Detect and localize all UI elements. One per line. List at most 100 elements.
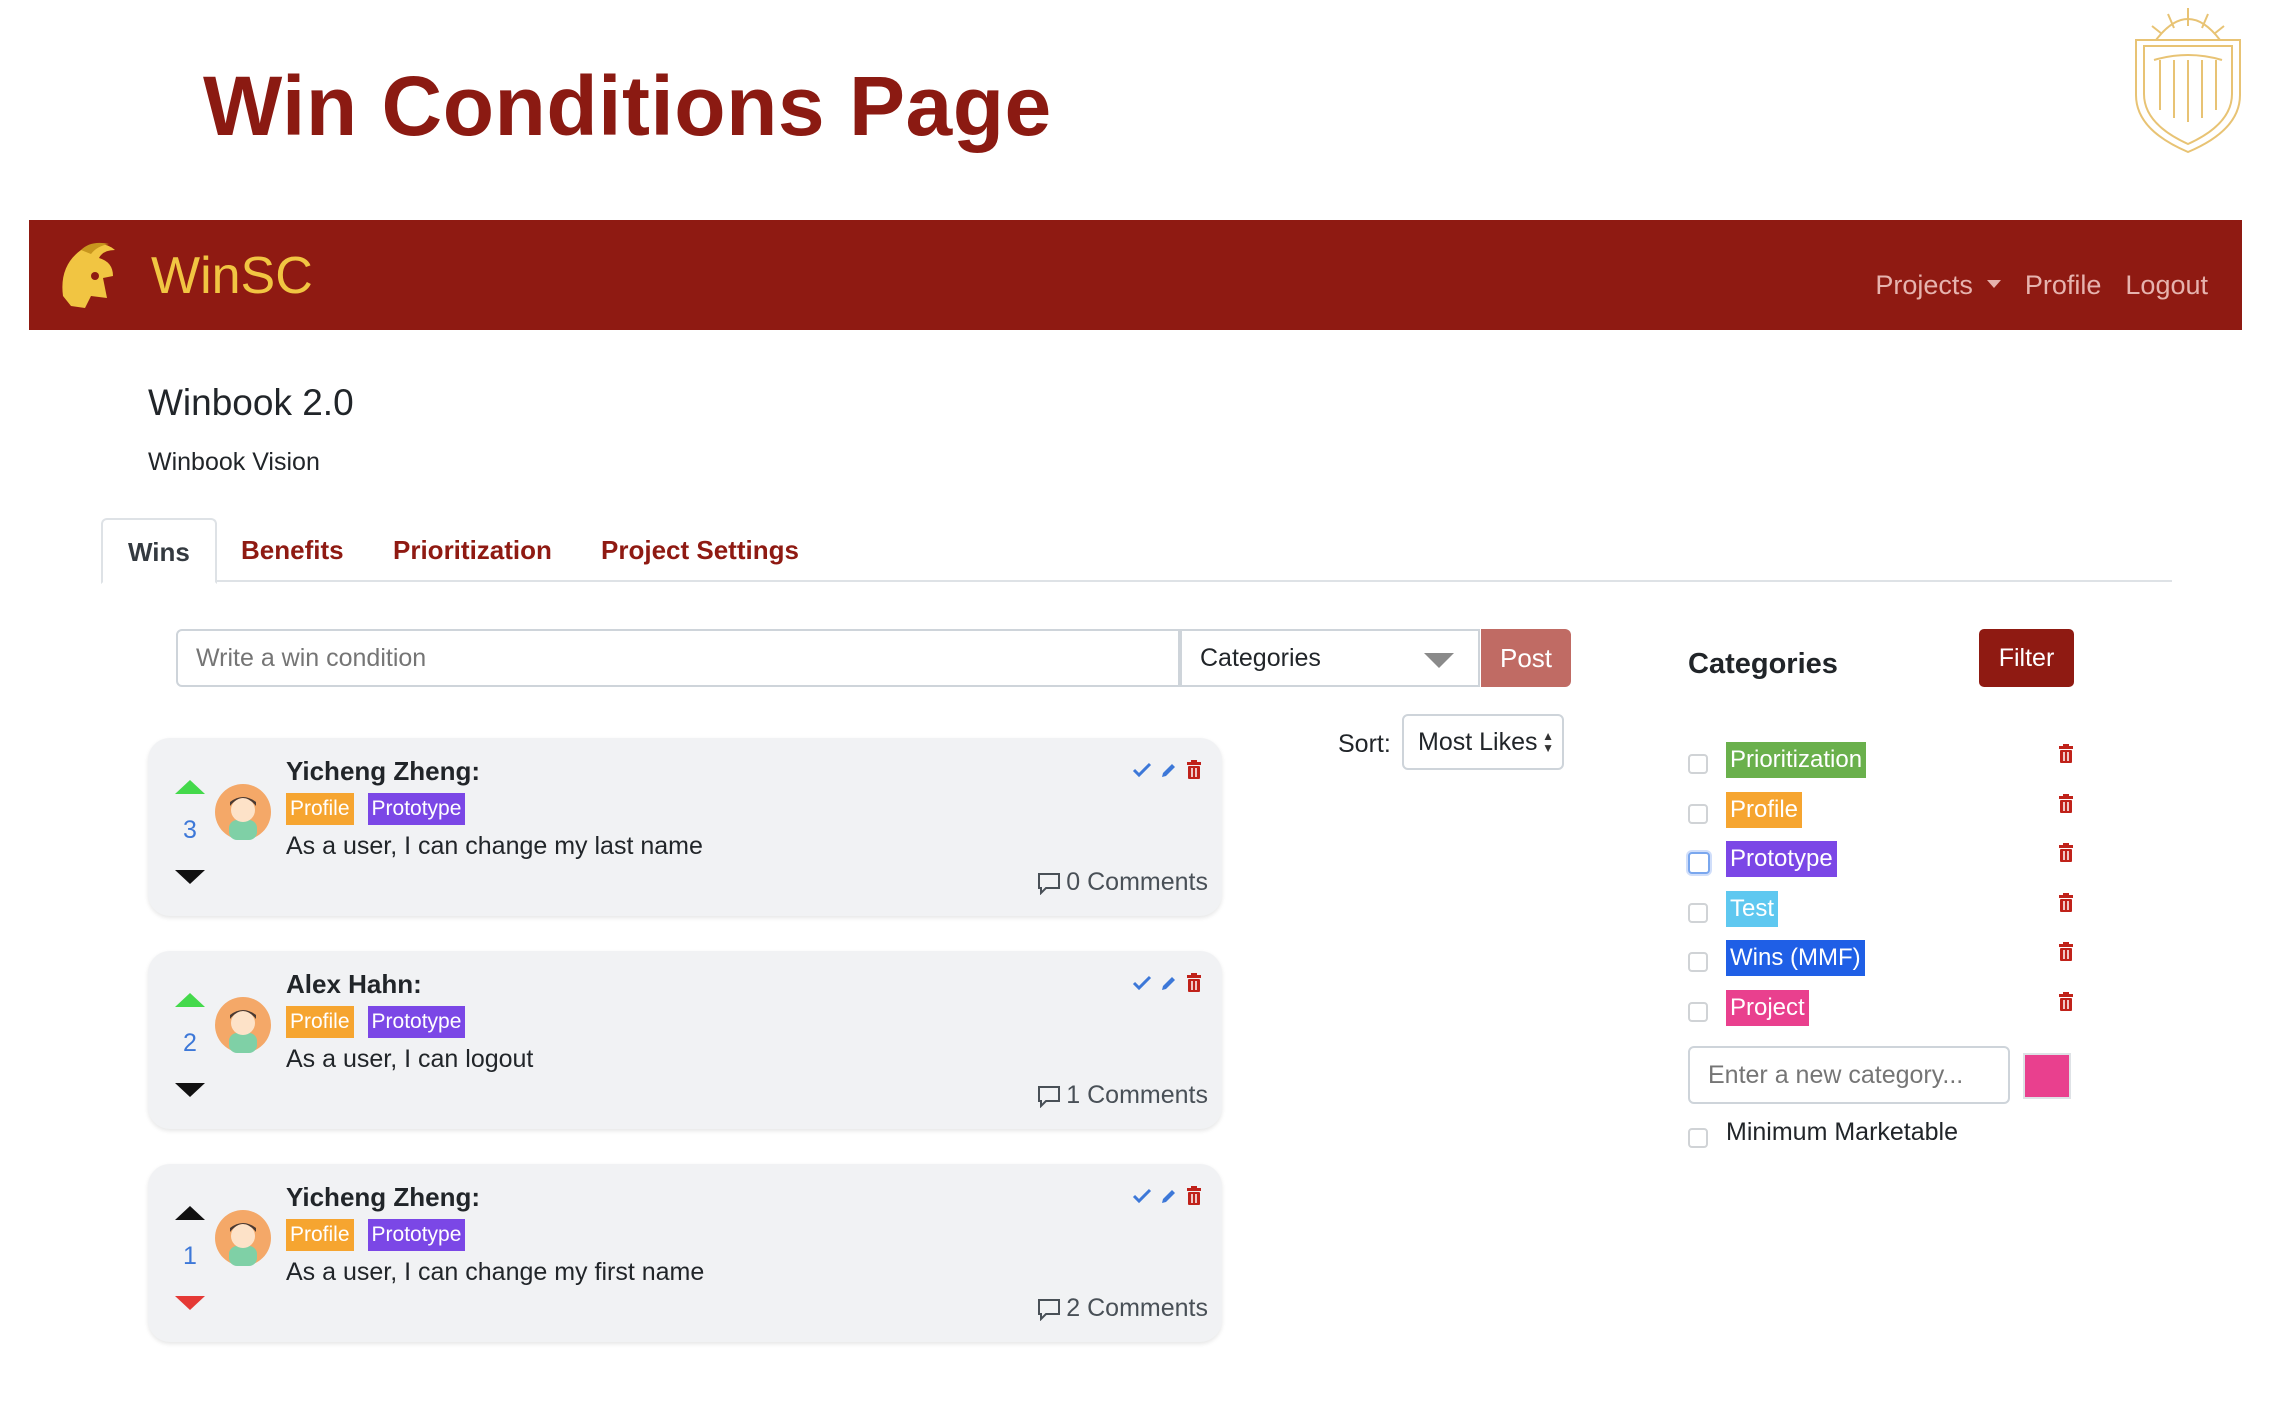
filter-button[interactable]: Filter [1979,629,2074,687]
upvote-arrow-icon[interactable] [175,993,205,1007]
card-actions [1124,973,1202,997]
tag-badge: Prototype [367,793,466,825]
downvote-arrow-icon[interactable] [175,870,205,884]
category-label: Wins (MMF) [1726,940,1865,976]
tab-wins[interactable]: Wins [101,518,217,584]
comments-link[interactable]: 1 Comments [1036,1081,1208,1110]
category-checkbox[interactable] [1688,852,1710,874]
check-icon[interactable] [1132,762,1152,783]
trojan-helmet-logo-icon[interactable] [51,236,127,314]
category-label: Test [1726,891,1779,927]
category-checkbox[interactable] [1688,754,1708,774]
caret-down-icon [1986,279,2001,288]
trash-icon[interactable] [2058,893,2074,917]
tab-project-settings[interactable]: Project Settings [601,518,799,582]
trash-icon[interactable] [1186,760,1202,784]
categories-heading: Categories [1688,648,1838,680]
nav-links: Projects Profile Logout [1851,270,2208,301]
card-actions [1124,760,1202,784]
new-category-input[interactable] [1688,1046,2010,1104]
category-row: Wins (MMF) [1688,940,2088,980]
comment-bubble-icon [1038,1298,1061,1321]
category-label: Profile [1726,792,1803,828]
win-card: 3 Yicheng Zheng: Profile Prototype As a … [148,738,1222,916]
win-author: Yicheng Zheng: [286,1182,481,1212]
win-condition-input[interactable] [176,629,1180,687]
tag-badge: Prototype [367,1006,466,1038]
nav-projects-label: Projects [1875,270,1973,300]
win-card: 1 Yicheng Zheng: Profile Prototype As a … [148,1164,1222,1342]
tab-prioritization[interactable]: Prioritization [393,518,552,582]
category-color-picker[interactable] [2023,1053,2071,1099]
upvote-arrow-icon[interactable] [175,1206,205,1220]
category-checkbox[interactable] [1688,804,1708,824]
tag-badge: Profile [286,1006,354,1038]
win-text: As a user, I can change my last name [286,832,703,860]
category-row: Prototype [1688,841,2088,881]
category-checkbox[interactable] [1688,1002,1708,1022]
category-label: Project [1726,990,1809,1026]
win-tags: Profile Prototype [286,1219,479,1251]
tag-badge: Profile [286,1219,354,1251]
comments-count: 1 Comments [1066,1081,1208,1109]
project-title: Winbook 2.0 [148,382,354,423]
win-card: 2 Alex Hahn: Profile Prototype As a user… [148,951,1222,1129]
comments-count: 0 Comments [1066,868,1208,896]
tag-badge: Prototype [367,1219,466,1251]
nav-logout-link[interactable]: Logout [2125,270,2208,301]
nav-projects-dropdown[interactable]: Projects [1875,270,2001,301]
downvote-arrow-icon[interactable] [175,1083,205,1097]
category-select-value: Categories [1200,644,1321,672]
category-checkbox[interactable] [1688,952,1708,972]
nav-profile-link[interactable]: Profile [2025,270,2102,301]
trash-icon[interactable] [2058,843,2074,867]
vote-count: 2 [183,1029,197,1057]
category-row: Project [1688,990,2088,1030]
comment-bubble-icon [1038,1085,1061,1108]
category-row: Test [1688,891,2088,931]
win-tags: Profile Prototype [286,1006,479,1038]
win-author: Alex Hahn: [286,969,422,999]
project-vision: Winbook Vision [148,448,320,476]
trash-icon[interactable] [2058,794,2074,818]
check-icon[interactable] [1132,1188,1152,1209]
comments-link[interactable]: 2 Comments [1036,1294,1208,1323]
pencil-icon[interactable] [1160,1187,1178,1210]
trash-icon[interactable] [1186,1186,1202,1210]
trash-icon[interactable] [2058,942,2074,966]
user-avatar-icon [215,784,271,840]
tag-badge: Profile [286,793,354,825]
category-checkbox[interactable] [1688,903,1708,923]
win-author: Yicheng Zheng: [286,756,481,786]
user-avatar-icon [215,997,271,1053]
sort-select[interactable]: Most Likes ▲ ▼ [1402,714,1564,770]
minimum-marketable-checkbox[interactable] [1688,1128,1708,1148]
upvote-arrow-icon[interactable] [175,780,205,794]
downvote-arrow-icon[interactable] [175,1296,205,1310]
category-label: Prioritization [1726,742,1867,778]
updown-arrows-icon: ▲ ▼ [1542,729,1554,755]
win-text: As a user, I can change my first name [286,1258,705,1286]
win-text: As a user, I can logout [286,1045,534,1073]
category-row: Profile [1688,792,2088,832]
trash-icon[interactable] [2058,992,2074,1016]
comments-link[interactable]: 0 Comments [1036,868,1208,897]
university-seal-icon [2135,8,2241,154]
post-button[interactable]: Post [1481,629,1571,687]
trash-icon[interactable] [2058,744,2074,768]
project-tabs: Wins Benefits Prioritization Project Set… [101,518,2172,584]
user-avatar-icon [215,1210,271,1266]
top-navbar: WinSC Projects Profile Logout [29,220,2242,330]
category-label: Prototype [1726,841,1837,877]
category-select[interactable]: Categories [1180,629,1480,687]
dropdown-triangle-icon [1424,653,1454,668]
tab-benefits[interactable]: Benefits [241,518,344,582]
category-row: Prioritization [1688,742,2088,782]
trash-icon[interactable] [1186,973,1202,997]
brand-name[interactable]: WinSC [151,246,313,306]
sort-select-value: Most Likes [1418,728,1538,756]
check-icon[interactable] [1132,975,1152,996]
slide-title: Win Conditions Page [203,59,1052,153]
pencil-icon[interactable] [1160,761,1178,784]
pencil-icon[interactable] [1160,974,1178,997]
